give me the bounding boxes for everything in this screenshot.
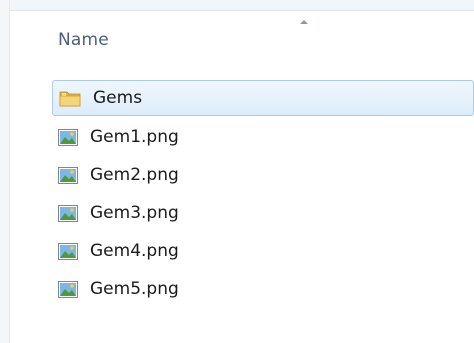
name-column-label: Name <box>58 30 109 50</box>
file-name: Gem3.png <box>90 203 179 223</box>
list-item-file[interactable]: Gem5.png <box>52 270 474 308</box>
list-item-file[interactable]: Gem4.png <box>52 232 474 270</box>
image-file-icon <box>58 204 78 222</box>
toolbar-edge <box>0 0 474 11</box>
file-name: Gem2.png <box>90 165 179 185</box>
file-name: Gem4.png <box>90 241 179 261</box>
list-item-folder-gems[interactable]: Gems <box>52 80 474 116</box>
file-name: Gem1.png <box>90 127 179 147</box>
file-list: Gems Gem1.png Gem2.png Gem3.png Gem4.png… <box>52 80 474 308</box>
list-item-file[interactable]: Gem2.png <box>52 156 474 194</box>
list-item-file[interactable]: Gem3.png <box>52 194 474 232</box>
file-explorer-window: Name Gems Gem1.png Gem2.png Gem3.png Gem… <box>0 0 474 343</box>
sort-ascending-icon <box>300 20 308 24</box>
image-file-icon <box>58 242 78 260</box>
image-file-icon <box>58 128 78 146</box>
file-name: Gem5.png <box>90 279 179 299</box>
name-column-header[interactable]: Name <box>10 11 474 65</box>
image-file-icon <box>58 166 78 184</box>
navigation-pane-edge <box>0 0 10 343</box>
file-name: Gems <box>93 88 143 108</box>
list-item-file[interactable]: Gem1.png <box>52 118 474 156</box>
image-file-icon <box>58 280 78 298</box>
folder-icon <box>59 91 81 107</box>
